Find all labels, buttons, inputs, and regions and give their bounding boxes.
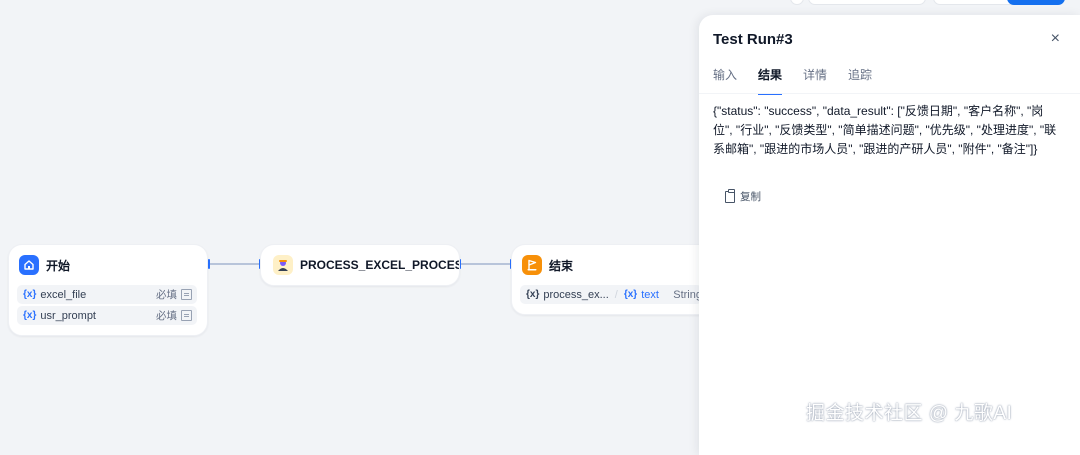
node-title: 结束 — [549, 258, 574, 273]
node-header: 开始 — [19, 255, 70, 275]
home-icon — [19, 255, 39, 275]
output-handle[interactable] — [208, 259, 210, 269]
edge-process-end — [460, 263, 511, 265]
variable-icon: {x} — [526, 289, 540, 300]
separator: / — [614, 288, 618, 301]
tab-result[interactable]: 结果 — [758, 66, 783, 95]
tab-details[interactable]: 详情 — [803, 66, 827, 95]
variable-name: excel_file — [40, 288, 87, 301]
flag-icon — [522, 255, 542, 275]
variable-icon: {x} — [23, 289, 37, 300]
tab-trace[interactable]: 追踪 — [848, 66, 872, 95]
panel-title: Test Run#3 — [713, 31, 793, 48]
run-button-partial[interactable] — [1007, 0, 1065, 5]
variable-icon: {x} — [23, 310, 37, 321]
input-variable-row[interactable]: {x} usr_prompt 必填 — [17, 306, 197, 325]
copy-label: 复制 — [740, 191, 761, 203]
variable-icon: {x} — [623, 289, 638, 300]
variable-type: String — [673, 288, 702, 301]
toolbar-button-partial[interactable] — [808, 0, 926, 5]
node-title: 开始 — [46, 258, 71, 273]
clipboard-icon — [725, 188, 735, 203]
close-icon[interactable]: × — [1051, 30, 1060, 48]
start-node[interactable]: 开始 {x} excel_file 必填 {x} usr_prompt 必填 — [8, 244, 208, 336]
toolbar-button-partial[interactable] — [790, 0, 804, 5]
required-label: 必填 — [156, 289, 177, 301]
variable-name: usr_prompt — [40, 309, 96, 322]
divider — [699, 93, 1080, 94]
document-icon — [181, 310, 192, 321]
required-label: 必填 — [156, 310, 177, 322]
result-output: {"status": "success", "data_result": ["反… — [713, 104, 1057, 156]
copy-button[interactable]: 复制 — [725, 188, 761, 204]
node-title: PROCESS_EXCEL_PROCESS_I — [300, 258, 459, 272]
test-run-panel: Test Run#3 × 输入 结果 详情 追踪 {"status": "suc… — [699, 15, 1080, 455]
watermark: 掘金技术社区 @ 九歌AI — [806, 403, 1013, 424]
node-header: PROCESS_EXCEL_PROCESS_I — [273, 255, 459, 275]
tab-input[interactable]: 输入 — [713, 66, 737, 95]
agent-avatar-icon — [273, 255, 293, 275]
process-node[interactable]: PROCESS_EXCEL_PROCESS_I — [260, 244, 460, 286]
node-header: 结束 — [522, 255, 573, 275]
end-node[interactable]: 结束 {x} process_ex... / {x} text String — [511, 244, 723, 315]
edge-start-process — [209, 263, 260, 265]
input-variable-row[interactable]: {x} excel_file 必填 — [17, 285, 197, 304]
output-variable-row[interactable]: {x} process_ex... / {x} text String — [520, 285, 702, 304]
document-icon — [181, 289, 192, 300]
output-variable-name: process_ex... — [543, 288, 609, 301]
reference-variable: text — [641, 288, 659, 301]
panel-tabs: 输入 结果 详情 追踪 — [713, 66, 893, 95]
